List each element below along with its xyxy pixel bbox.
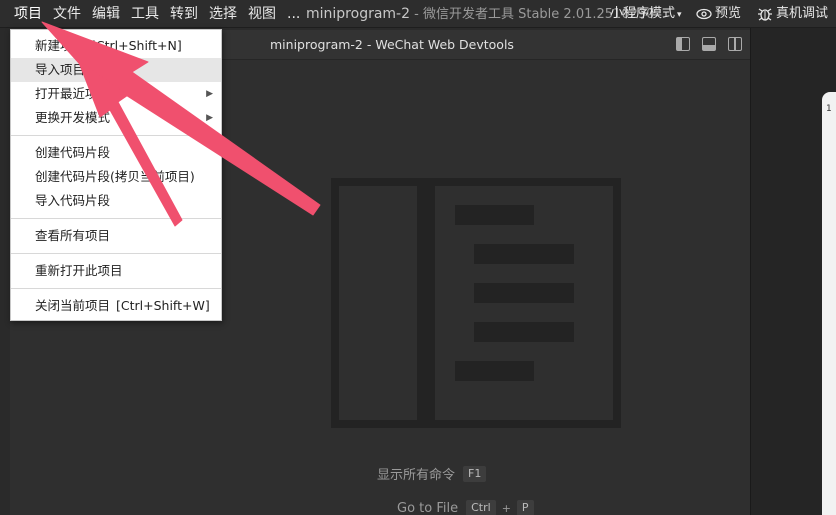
menu-item-import-project-label: 导入项目: [35, 62, 86, 77]
app-title-project: miniprogram-2: [306, 6, 411, 22]
menu-item-import-snippet-label: 导入代码片段: [35, 193, 111, 208]
preview-label: 预览: [715, 6, 742, 21]
project-dropdown-menu: 新建项目 [Ctrl+Shift+N] 导入项目 打开最近项目 ▶ 更换开发模式 …: [10, 29, 222, 321]
menu-view[interactable]: 视图: [248, 0, 276, 28]
toggle-panel-icon[interactable]: [702, 37, 716, 51]
menu-list: 项目 文件 编辑 工具 转到 选择 视图 ...: [0, 0, 311, 28]
menu-separator: [11, 288, 221, 289]
left-strip: [0, 28, 10, 515]
real-device-debug-label: 真机调试: [776, 6, 829, 21]
menu-item-switch-dev-mode-label: 更换开发模式: [35, 110, 111, 125]
shortcut-show-all-commands-label: 显示所有命令: [377, 468, 456, 483]
preview-button[interactable]: 预览: [696, 0, 741, 28]
app-title-separator: -: [414, 7, 423, 22]
menu-separator: [11, 253, 221, 254]
menu-item-create-snippet-copy-label: 创建代码片段(拷贝当前项目): [35, 169, 195, 184]
menu-goto[interactable]: 转到: [170, 0, 198, 28]
app-title: miniprogram-2 - 微信开发者工具 Stable 2.01.2510…: [306, 0, 654, 29]
chevron-right-icon: ▶: [206, 113, 213, 123]
menu-edit[interactable]: 编辑: [92, 0, 120, 28]
menu-item-reopen-project[interactable]: 重新打开此项目: [11, 259, 221, 283]
toggle-split-icon[interactable]: [728, 37, 742, 51]
menu-item-close-project-shortcut: [Ctrl+Shift+W]: [116, 298, 210, 313]
simulator-preview: [822, 92, 836, 515]
chevron-right-icon: ▶: [206, 89, 213, 99]
mode-selector[interactable]: 小程序模式 ▾: [610, 0, 682, 29]
menu-separator: [11, 135, 221, 136]
menu-item-view-all-projects[interactable]: 查看所有项目: [11, 224, 221, 248]
eye-icon: [696, 8, 712, 20]
menu-file[interactable]: 文件: [53, 0, 81, 28]
menu-item-create-snippet-copy[interactable]: 创建代码片段(拷贝当前项目): [11, 165, 221, 189]
shortcut-go-to-file-key-ctrl: Ctrl: [466, 500, 496, 515]
mode-label: 小程序模式: [610, 6, 676, 21]
menu-select[interactable]: 选择: [209, 0, 237, 28]
real-device-debug-button[interactable]: 真机调试: [757, 0, 828, 28]
editor-watermark-logo: [331, 178, 621, 428]
menu-item-close-project-label: 关闭当前项目: [35, 298, 111, 313]
menu-item-import-project[interactable]: 导入项目: [11, 58, 221, 82]
menu-tools[interactable]: 工具: [131, 0, 159, 28]
simulator-line-number: 1: [826, 104, 832, 114]
menubar: 项目 文件 编辑 工具 转到 选择 视图 ... miniprogram-2 -…: [0, 0, 836, 28]
menu-item-close-project[interactable]: 关闭当前项目 [Ctrl+Shift+W]: [11, 294, 221, 318]
menu-item-view-all-projects-label: 查看所有项目: [35, 228, 111, 243]
menu-item-reopen-project-label: 重新打开此项目: [35, 263, 123, 278]
menu-item-open-recent-label: 打开最近项目: [35, 86, 111, 101]
shortcut-show-all-commands-key: F1: [463, 465, 487, 482]
shortcut-go-to-file-plus: +: [501, 501, 511, 515]
shortcut-show-all-commands: 显示所有命令 F1: [377, 464, 487, 483]
menu-item-import-snippet[interactable]: 导入代码片段: [11, 189, 221, 213]
menu-item-new-project-label: 新建项目: [35, 38, 86, 53]
menu-item-create-snippet-label: 创建代码片段: [35, 145, 111, 160]
menu-item-create-snippet[interactable]: 创建代码片段: [11, 141, 221, 165]
menu-item-new-project[interactable]: 新建项目 [Ctrl+Shift+N]: [11, 34, 221, 58]
menu-separator: [11, 218, 221, 219]
bug-icon: [758, 8, 772, 21]
chevron-down-icon: ▾: [677, 10, 682, 20]
layout-toggle-group: [676, 37, 742, 51]
shortcut-go-to-file: Go to File Ctrl + P: [397, 500, 534, 515]
menu-item-switch-dev-mode[interactable]: 更换开发模式 ▶: [11, 106, 221, 130]
menu-project[interactable]: 项目: [14, 0, 42, 28]
shortcut-go-to-file-key-p: P: [516, 500, 534, 515]
editor-window-title: miniprogram-2 - WeChat Web Devtools: [270, 37, 514, 52]
menu-item-open-recent[interactable]: 打开最近项目 ▶: [11, 82, 221, 106]
shortcut-go-to-file-label: Go to File: [397, 500, 459, 515]
toggle-sidebar-icon[interactable]: [676, 37, 690, 51]
menu-item-new-project-shortcut: [Ctrl+Shift+N]: [91, 38, 182, 53]
menu-more[interactable]: ...: [287, 0, 300, 28]
